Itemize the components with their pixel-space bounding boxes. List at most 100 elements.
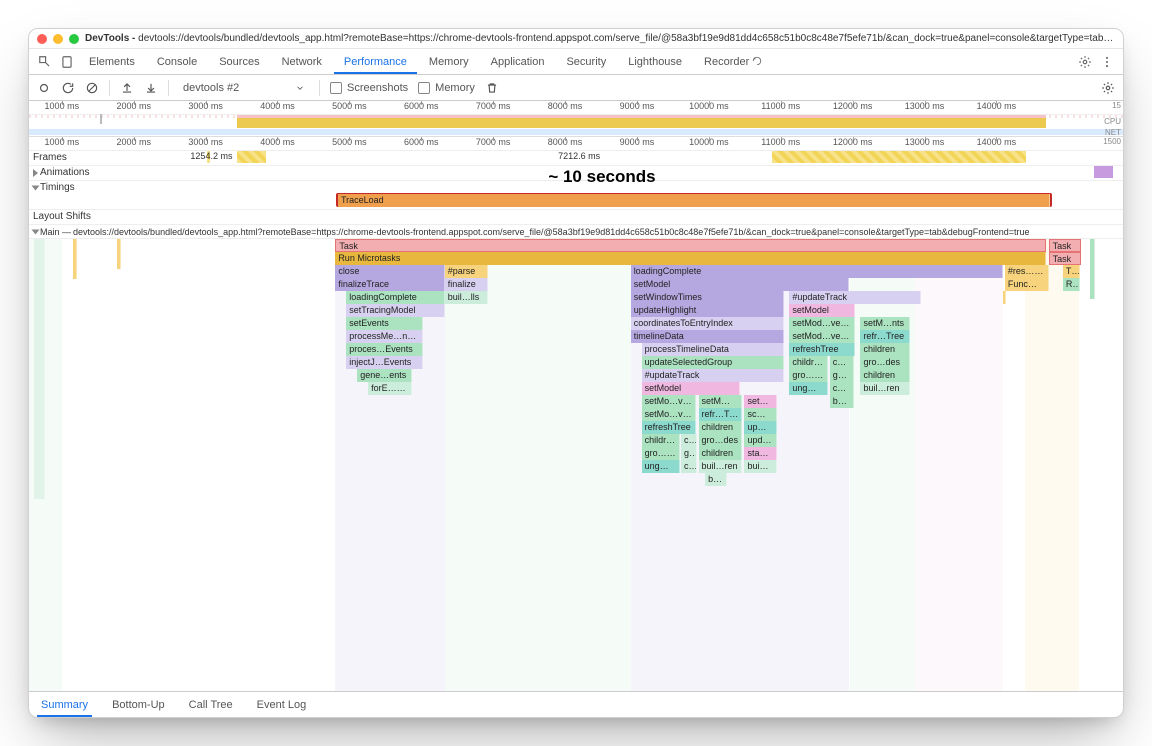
tab-elements[interactable]: Elements [79,50,145,74]
fl-parse[interactable]: #parse [445,265,489,278]
screenshots-checkbox[interactable]: Screenshots [330,82,408,94]
fl-gene[interactable]: gene…ents [357,369,412,382]
fl-setmodel[interactable]: setModel [631,278,850,291]
fl-cn[interactable]: c…n [830,356,854,369]
fl-refr[interactable]: refr…Tree [860,330,909,343]
tab-security[interactable]: Security [556,50,616,74]
fl-func[interactable]: Func…Call [1005,278,1049,291]
upload-icon[interactable] [120,81,134,95]
fl-buied[interactable]: bui…ed [744,460,777,473]
footer-summary[interactable]: Summary [37,693,92,717]
device-icon[interactable] [57,55,77,69]
flame-task[interactable]: Task [335,239,1046,252]
fl-setwin[interactable]: setWindowTimes [631,291,784,304]
fl-buil2[interactable]: buil…ren [860,382,909,395]
fl-gro[interactable]: gro…des [860,356,909,369]
collapse-main-icon[interactable] [32,229,40,234]
panel-settings-icon[interactable] [1101,81,1115,95]
fl-c[interactable]: c… [681,434,697,447]
fl-setevents[interactable]: setEvents [346,317,423,330]
tab-lighthouse[interactable]: Lighthouse [618,50,692,74]
fl-updsel[interactable]: updateSelectedGroup [642,356,784,369]
fl-update[interactable]: #updateTrack [789,291,920,304]
clear-icon[interactable] [85,81,99,95]
profile-selector[interactable]: devtools #2 [179,80,309,96]
fl-gro2[interactable]: gro…des [699,434,743,447]
overview-ruler[interactable]: 15 1000 ms2000 ms3000 ms4000 ms5000 ms60… [29,101,1123,115]
expand-icon[interactable] [33,169,38,177]
fl-unges[interactable]: ung…es [789,382,827,395]
fl-t[interactable]: T… [1063,265,1081,278]
fl-c2[interactable]: c… [681,460,697,473]
trash-icon[interactable] [485,81,499,95]
tab-memory[interactable]: Memory [419,50,479,74]
fl-stage[interactable]: sta…ge [744,447,777,460]
fl-groes2[interactable]: gro…es [642,447,680,460]
fl-seton[interactable]: set…on [744,395,777,408]
main-thread-header[interactable]: Main — devtools://devtools/bundled/devto… [29,225,1123,239]
fl-close[interactable]: close [335,265,444,278]
fl-scow[interactable]: sc…ow [744,408,777,421]
flame-task-2[interactable]: Task [1049,239,1082,252]
fl-setmodv[interactable]: setMod…vents [789,317,855,330]
more-icon[interactable] [1097,55,1117,69]
fl-children6[interactable]: children [699,447,743,460]
fl-proce[interactable]: proces…Events [346,343,423,356]
fl-updtrack[interactable]: #updateTrack [642,369,784,382]
flame-run-microtasks[interactable]: Run Microtasks [335,252,1046,265]
fl-groes[interactable]: gro…es [789,369,827,382]
fl-children[interactable]: children [860,343,909,356]
fl-proctl[interactable]: processTimelineData [642,343,784,356]
fl-loading[interactable]: loadingComplete [631,265,1003,278]
fl-buil3[interactable]: buil…ren [699,460,743,473]
layout-shifts-track[interactable]: Layout Shifts [29,210,1123,225]
fl-coord[interactable]: coordinatesToEntryIndex [631,317,784,330]
inspect-icon[interactable] [35,55,55,69]
fl-finalize[interactable]: finalizeTrace [335,278,444,291]
fl-res[interactable]: #res…odes [1005,265,1049,278]
tab-recorder[interactable]: Recorder [694,50,772,74]
close-window-icon[interactable] [37,34,47,44]
fl-fore[interactable]: forE…vent [368,382,412,395]
maximize-window-icon[interactable] [69,34,79,44]
fl-finalize2[interactable]: finalize [445,278,489,291]
fl-gs[interactable]: g…s [830,369,854,382]
fl-bn[interactable]: b…n [830,395,854,408]
settings-icon[interactable] [1075,55,1095,69]
overview[interactable]: CPU NET [29,115,1123,137]
fl-unges2[interactable]: ung…es [642,460,680,473]
frames-track[interactable]: Frames 1254.2 ms 7212.6 ms [29,151,1123,166]
fl-children5[interactable]: children [642,434,680,447]
fl-setmn2[interactable]: setM…nts [699,395,743,408]
fl-refr2[interactable]: refr…Tree [699,408,743,421]
memory-checkbox[interactable]: Memory [418,82,475,94]
traceload-bar[interactable]: TraceLoad [338,194,1050,207]
fl-r[interactable]: R… [1063,278,1081,291]
timings-track[interactable]: Timings ~ 10 seconds TraceLoad [29,181,1123,210]
fl-inject[interactable]: injectJ…Events [346,356,423,369]
fl-buil[interactable]: buil…lls [445,291,489,304]
record-icon[interactable] [37,81,51,95]
tab-performance[interactable]: Performance [334,50,417,74]
fl-setmodel2[interactable]: setModel [789,304,855,317]
fl-refresh2[interactable]: refreshTree [642,421,697,434]
fl-updts[interactable]: upd…ts [744,434,777,447]
fl-cn2[interactable]: c…n [830,382,854,395]
fl-procmn[interactable]: processMe…ndThreads [346,330,423,343]
fl-children3[interactable]: children [860,369,909,382]
download-icon[interactable] [144,81,158,95]
fl-b[interactable]: b… [705,473,727,486]
footer-event-log[interactable]: Event Log [253,693,311,717]
minimize-window-icon[interactable] [53,34,63,44]
fl-setmodel3[interactable]: setModel [642,382,740,395]
fl-setmn[interactable]: setM…nts [860,317,909,330]
fl-setmov2[interactable]: setMo…vents [642,408,697,421]
fl-refresh[interactable]: refreshTree [789,343,855,356]
flame-chart[interactable]: Task Task Run Microtasks Task close #par… [29,239,1123,691]
footer-bottom-up[interactable]: Bottom-Up [108,693,169,717]
fl-g[interactable]: g… [681,447,697,460]
fl-setmov[interactable]: setMo…vents [642,395,697,408]
fl-loading2[interactable]: loadingComplete [346,291,444,304]
flame-task-3[interactable]: Task [1049,252,1082,265]
footer-call-tree[interactable]: Call Tree [185,693,237,717]
